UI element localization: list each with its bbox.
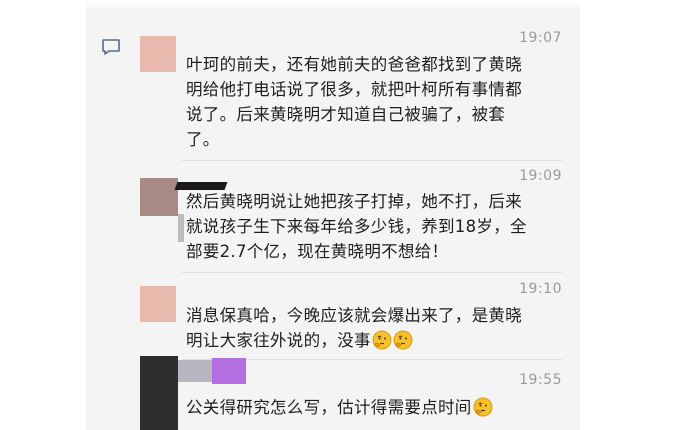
image-artifact (178, 214, 184, 242)
message-divider (182, 160, 562, 161)
thinking-face-icon (393, 330, 413, 350)
message-line: 消息保真哈，今晚应该就会爆出来了，是黄晓 (186, 306, 522, 325)
message-timestamp: 19:07 (519, 30, 562, 46)
message-line: 公关得研究怎么写，估计得需要点时间 (186, 395, 570, 420)
panel-top-fade (86, 0, 580, 10)
avatar[interactable] (140, 178, 178, 216)
message-line: 明给他打电话说了很多，就把叶柯所有事情都 (186, 80, 522, 99)
avatar[interactable] (140, 356, 178, 430)
message-text: 叶珂的前夫，还有她前夫的爸爸都找到了黄晓 明给他打电话说了很多，就把叶柯所有事情… (186, 52, 570, 152)
message-line: 说了。后来黄晓明才知道自己被骗了，被套 (186, 105, 506, 124)
message-timestamp: 19:55 (519, 372, 562, 388)
thinking-face-icon (372, 330, 392, 350)
message-line: 叶珂的前夫，还有她前夫的爸爸都找到了黄晓 (186, 55, 522, 74)
message-square-icon[interactable] (101, 38, 121, 56)
avatar[interactable] (140, 36, 176, 72)
avatar[interactable] (140, 286, 176, 322)
avatar-overlay (178, 360, 212, 382)
message-line: 就说孩子生下来每年给多少钱，养到18岁，全 (186, 217, 527, 236)
message-text: 公关得研究怎么写，估计得需要点时间 (186, 395, 570, 420)
message-line: 然后黄晓明说让她把孩子打掉，她不打，后来 (186, 192, 522, 211)
message-line: 了。 (186, 130, 220, 149)
message-divider (182, 272, 562, 273)
message-line: 明让大家往外说的，没事 (186, 328, 570, 353)
thinking-face-icon (473, 397, 493, 417)
message-line: 部要2.7个亿，现在黄晓明不想给！ (186, 242, 449, 261)
message-line-text: 公关得研究怎么写，估计得需要点时间 (186, 398, 472, 417)
message-timestamp: 19:09 (519, 168, 562, 184)
message-text: 然后黄晓明说让她把孩子打掉，她不打，后来 就说孩子生下来每年给多少钱，养到18岁… (186, 189, 570, 264)
message-text: 消息保真哈，今晚应该就会爆出来了，是黄晓 明让大家往外说的，没事 (186, 303, 570, 353)
message-line-text: 明让大家往外说的，没事 (186, 331, 371, 350)
avatar-overlay (212, 358, 246, 384)
message-timestamp: 19:10 (519, 281, 562, 297)
